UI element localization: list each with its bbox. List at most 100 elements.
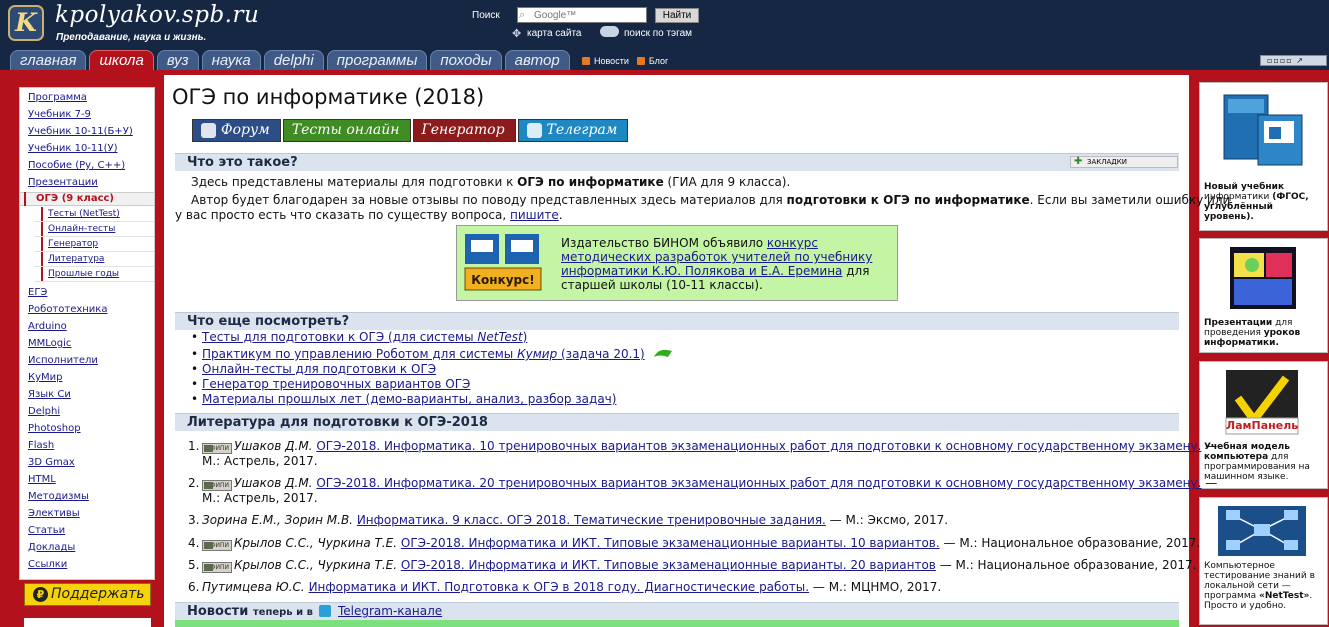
fipi-badge-icon: ФИПИ <box>202 540 232 551</box>
site-header: K kpolyakov.spb.ru Преподавание, наука и… <box>0 0 1329 70</box>
past-years-link[interactable]: Материалы прошлых лет (демо-варианты, ан… <box>202 392 616 406</box>
forum-button[interactable]: Форум <box>192 119 281 142</box>
submenu-item-literature[interactable]: Литература <box>48 254 104 264</box>
menu-item-electives[interactable]: Элективы <box>28 508 80 519</box>
robot-practicum-link[interactable]: Практикум по управлению Роботом для сист… <box>202 347 645 361</box>
active-marker <box>24 192 26 206</box>
section-header-what: Что это такое? <box>175 153 1179 171</box>
tab-home[interactable]: главная <box>10 50 87 70</box>
write-link[interactable]: пишите <box>510 208 559 222</box>
menu-item-ege[interactable]: ЕГЭ <box>28 287 47 298</box>
menu-item-robotics[interactable]: Робототехника <box>28 304 107 315</box>
cloud-icon <box>600 26 619 37</box>
literature-link-6[interactable]: Информатика и ИКТ. Подготовка к ОГЭ в 20… <box>309 580 810 594</box>
menu-item-textbook-10-11-bu[interactable]: Учебник 10-11(Б+У) <box>28 126 133 137</box>
submenu-item-tests[interactable]: Тесты (NetTest) <box>48 209 120 219</box>
menu-item-textbook-10-11-u[interactable]: Учебник 10-11(У) <box>28 143 118 154</box>
sitemap-link[interactable]: карта сайта <box>527 28 581 39</box>
search-button[interactable]: Найти <box>655 8 699 23</box>
tab-delphi[interactable]: delphi <box>263 50 324 70</box>
literature-link-3[interactable]: Информатика. 9 класс. ОГЭ 2018. Тематиче… <box>357 513 826 527</box>
tab-science[interactable]: наука <box>201 50 261 70</box>
literature-link-5[interactable]: ОГЭ-2018. Информатика и ИКТ. Типовые экз… <box>401 558 936 572</box>
textbook-promo-card[interactable]: Новый учебник информатики (ФГОС, углублё… <box>1199 82 1328 231</box>
tag-search-link[interactable]: поиск по тэгам <box>624 28 692 39</box>
forum-icon <box>201 123 216 138</box>
intro-paragraph-1: Здесь представлены материалы для подгото… <box>191 175 791 189</box>
right-sidebar: Новый учебник информатики (ФГОС, углублё… <box>1189 75 1329 627</box>
telegram-button[interactable]: Телеграм <box>517 119 629 142</box>
left-sidebar: Программа Учебник 7-9 Учебник 10-11(Б+У)… <box>0 75 164 627</box>
new-flag-icon <box>653 349 672 357</box>
contest-badge-label: Конкурс! <box>471 273 535 287</box>
lampanel-logo: ЛамПанель <box>1226 419 1299 432</box>
list-item: Практикум по управлению Роботом для сист… <box>190 347 674 362</box>
nettest-promo-card[interactable]: Компьютерное тестирование знаний в локал… <box>1199 497 1328 625</box>
page-title: ОГЭ по информатике (2018) <box>172 85 485 109</box>
bookmarks-widget[interactable]: ✚ ЗАКЛАДКИ <box>1070 156 1178 168</box>
site-logo[interactable]: K <box>8 5 44 41</box>
generator-button[interactable]: Генератор <box>412 119 516 142</box>
donate-button[interactable]: ₽ Поддержать <box>24 583 151 606</box>
intro-paragraph-2: Автор будет благодарен за новые отзывы п… <box>191 193 1231 207</box>
nettest-tests-link[interactable]: Тесты для подготовки к ОГЭ (для системы … <box>202 330 527 344</box>
submenu-item-online-tests[interactable]: Онлайн-тесты <box>48 224 115 234</box>
menu-item-manual[interactable]: Пособие (Ру, С++) <box>28 160 125 171</box>
menu-item-flash[interactable]: Flash <box>28 440 54 451</box>
online-tests-button[interactable]: Тесты онлайн <box>282 119 411 142</box>
menu-item-oge-active[interactable]: ОГЭ (9 класс) <box>36 193 114 204</box>
lampanel-promo-card[interactable]: ЛамПанель Учебная модель компьютера для … <box>1199 361 1328 489</box>
fipi-badge-icon: ФИПИ <box>202 562 232 573</box>
rss-icon <box>636 57 645 65</box>
tab-university[interactable]: вуз <box>156 50 199 70</box>
main-nav-tabs: главная школа вуз наука delphi программы… <box>10 50 570 70</box>
menu-item-textbook-7-9[interactable]: Учебник 7-9 <box>28 109 91 120</box>
menu-item-program[interactable]: Программа <box>28 92 87 103</box>
menu-item-methodisms[interactable]: Методизмы <box>28 491 89 502</box>
contest-text: Издательство БИНОМ объявило конкурс мето… <box>561 236 873 292</box>
menu-item-delphi[interactable]: Delphi <box>28 406 60 417</box>
literature-item: 3. Зорина Е.М., Зорин М.В. Информатика. 9… <box>188 513 949 527</box>
list-item: Онлайн-тесты для подготовки к ОГЭ <box>190 362 674 377</box>
variant-generator-link[interactable]: Генератор тренировочных вариантов ОГЭ <box>202 377 470 391</box>
online-tests-button-label: Тесты онлайн <box>291 122 400 138</box>
literature-link-2[interactable]: ОГЭ-2018. Информатика. 20 тренировочных … <box>316 476 1201 490</box>
site-title[interactable]: kpolyakov.spb.ru <box>55 2 259 28</box>
menu-item-links[interactable]: Ссылки <box>28 559 67 570</box>
sitemap-icon: ✥ <box>512 27 522 40</box>
literature-link-4[interactable]: ОГЭ-2018. Информатика и ИКТ. Типовые экз… <box>401 536 940 550</box>
menu-item-executors[interactable]: Исполнители <box>28 355 98 366</box>
view-controls[interactable]: ▫▫▫▫ ↗ <box>1260 55 1327 66</box>
menu-item-presentations[interactable]: Презентации <box>28 177 98 188</box>
generator-button-label: Генератор <box>421 122 505 138</box>
menu-item-articles[interactable]: Статьи <box>28 525 65 536</box>
news-link[interactable]: Новости <box>594 56 629 66</box>
menu-item-arduino[interactable]: Arduino <box>28 321 67 332</box>
menu-item-reports[interactable]: Доклады <box>28 542 75 553</box>
search-input[interactable] <box>517 7 647 23</box>
tab-programs[interactable]: программы <box>326 50 428 70</box>
tab-hikes[interactable]: походы <box>430 50 502 70</box>
nettest-promo-text: Компьютерное тестирование знаний в локал… <box>1204 561 1315 611</box>
menu-item-html[interactable]: HTML <box>28 474 56 485</box>
submenu-item-generator[interactable]: Генератор <box>48 239 98 249</box>
blog-link[interactable]: Блог <box>649 56 668 66</box>
menu-item-kumir[interactable]: КуМир <box>28 372 63 383</box>
ruble-icon: ₽ <box>33 587 48 602</box>
menu-item-c-language[interactable]: Язык Си <box>28 389 71 400</box>
menu-item-mmlogic[interactable]: MMLogic <box>28 338 71 349</box>
lampanel-promo-text: Учебная модель компьютера для программир… <box>1204 442 1310 482</box>
submenu-item-past-years[interactable]: Прошлые годы <box>48 269 119 279</box>
section-header-more: Что еще посмотреть? <box>175 312 1179 330</box>
plus-icon: ✚ <box>1074 156 1083 167</box>
online-tests-link[interactable]: Онлайн-тесты для подготовки к ОГЭ <box>202 362 436 376</box>
menu-item-3d-gmax[interactable]: 3D Gmax <box>28 457 75 468</box>
tab-school[interactable]: школа <box>89 50 154 70</box>
presentations-promo-card[interactable]: Презентации для проведения уроков информ… <box>1199 238 1328 353</box>
nettest-network-image <box>1218 506 1306 556</box>
tab-author[interactable]: автор <box>504 50 570 70</box>
literature-link-1[interactable]: ОГЭ-2018. Информатика. 10 тренировочных … <box>316 439 1201 453</box>
news-section-subtitle: теперь и в <box>252 607 313 618</box>
menu-item-photoshop[interactable]: Photoshop <box>28 423 81 434</box>
telegram-channel-link[interactable]: Telegram-канале <box>338 604 442 618</box>
